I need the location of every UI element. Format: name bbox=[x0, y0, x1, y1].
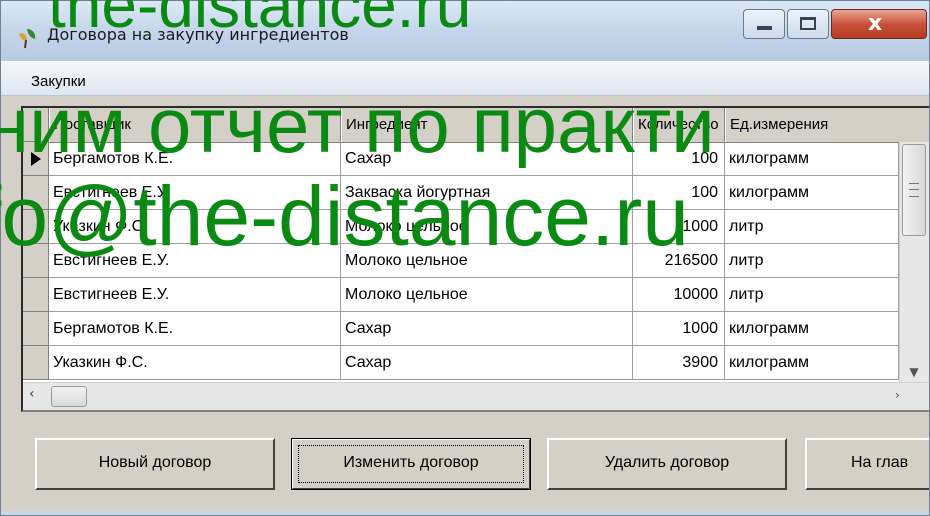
cell-unit[interactable]: литр bbox=[725, 278, 899, 312]
column-header-unit[interactable]: Ед.измерения bbox=[725, 108, 929, 142]
table-row[interactable]: Указкин Ф.С. Молоко цельное 1000 литр bbox=[23, 210, 929, 244]
arrow-right-icon[interactable]: › bbox=[895, 388, 900, 402]
table-row[interactable]: Бергамотов К.Е. Сахар 1000 килограмм bbox=[23, 312, 929, 346]
cell-supplier[interactable]: Указкин Ф.С. bbox=[49, 346, 341, 380]
arrow-down-icon[interactable]: ▼ bbox=[900, 362, 928, 382]
column-header-quantity[interactable]: Количество bbox=[633, 108, 725, 142]
arrow-left-icon[interactable]: ‹ bbox=[29, 386, 35, 402]
header-corner bbox=[23, 108, 49, 142]
title-bar[interactable]: Договора на закупку ингредиентов x bbox=[1, 1, 929, 61]
cell-unit[interactable]: литр bbox=[725, 210, 899, 244]
table-row[interactable]: Указкин Ф.С. Сахар 3900 килограмм bbox=[23, 346, 929, 380]
column-header-supplier[interactable]: Поставщик bbox=[49, 108, 341, 142]
app-window: Договора на закупку ингредиентов x Закуп… bbox=[0, 0, 930, 516]
cell-quantity[interactable]: 216500 bbox=[633, 244, 725, 278]
cell-ingredient[interactable]: Молоко цельное bbox=[341, 210, 633, 244]
cell-supplier[interactable]: Евстигнеев Е.У. bbox=[49, 176, 341, 210]
row-indicator[interactable] bbox=[23, 278, 49, 312]
grid-header: Поставщик Ингредиент Количество Ед.измер… bbox=[23, 108, 929, 143]
cell-ingredient[interactable]: Молоко цельное bbox=[341, 278, 633, 312]
table-row[interactable]: Бергамотов К.Е. Сахар 100 килограмм bbox=[23, 142, 929, 176]
table-row[interactable]: Евстигнеев Е.У. Закваска йогуртная 100 кило… bbox=[23, 176, 929, 210]
menu-bar: Закупки bbox=[1, 61, 929, 96]
menu-item-purchases[interactable]: Закупки bbox=[31, 73, 86, 90]
cell-ingredient[interactable]: Закваска йогуртная bbox=[341, 176, 633, 210]
minimize-button[interactable] bbox=[743, 9, 785, 39]
table-row[interactable]: Евстигнеев Е.У. Молоко цельное 216500 литр bbox=[23, 244, 929, 278]
close-button[interactable]: x bbox=[831, 9, 927, 39]
close-icon: x bbox=[868, 11, 883, 36]
cell-supplier[interactable]: Евстигнеев Е.У. bbox=[49, 244, 341, 278]
row-indicator[interactable] bbox=[23, 176, 49, 210]
cell-ingredient[interactable]: Сахар bbox=[341, 312, 633, 346]
maximize-button[interactable] bbox=[787, 9, 829, 39]
cell-supplier[interactable]: Евстигнеев Е.У. bbox=[49, 278, 341, 312]
cell-ingredient[interactable]: Сахар bbox=[341, 346, 633, 380]
cell-supplier[interactable]: Бергамотов К.Е. bbox=[49, 142, 341, 176]
table-row[interactable]: Евстигнеев Е.У. Молоко цельное 10000 литр bbox=[23, 278, 929, 312]
cell-unit[interactable]: килограмм bbox=[725, 176, 899, 210]
delete-contract-button[interactable]: Удалить договор bbox=[547, 438, 787, 490]
horizontal-scroll-thumb[interactable] bbox=[51, 386, 87, 407]
cell-unit[interactable]: килограмм bbox=[725, 142, 899, 176]
row-indicator[interactable] bbox=[23, 244, 49, 278]
cell-unit[interactable]: килограмм bbox=[725, 346, 899, 380]
triangle-right-icon bbox=[31, 152, 41, 166]
row-indicator[interactable] bbox=[23, 312, 49, 346]
cell-quantity[interactable]: 1000 bbox=[633, 312, 725, 346]
cell-unit[interactable]: килограмм bbox=[725, 312, 899, 346]
column-header-ingredient[interactable]: Ингредиент bbox=[341, 108, 633, 142]
window-bottom-edge bbox=[1, 511, 929, 515]
cell-supplier[interactable]: Бергамотов К.Е. bbox=[49, 312, 341, 346]
horizontal-scrollbar[interactable]: ‹ › bbox=[23, 382, 929, 410]
row-indicator[interactable] bbox=[23, 142, 49, 176]
vertical-scroll-thumb[interactable] bbox=[902, 144, 926, 236]
cell-quantity[interactable]: 100 bbox=[633, 176, 725, 210]
row-indicator[interactable] bbox=[23, 346, 49, 380]
minimize-icon bbox=[757, 26, 772, 30]
focus-ring bbox=[298, 445, 524, 483]
cell-quantity[interactable]: 1000 bbox=[633, 210, 725, 244]
cell-quantity[interactable]: 10000 bbox=[633, 278, 725, 312]
to-main-button[interactable]: На глав bbox=[805, 438, 929, 490]
maximize-icon bbox=[800, 17, 816, 30]
contracts-grid[interactable]: Поставщик Ингредиент Количество Ед.измер… bbox=[21, 106, 929, 412]
cell-unit[interactable]: литр bbox=[725, 244, 899, 278]
cell-quantity[interactable]: 3900 bbox=[633, 346, 725, 380]
cell-ingredient[interactable]: Сахар bbox=[341, 142, 633, 176]
row-indicator[interactable] bbox=[23, 210, 49, 244]
scroll-grip-icon bbox=[909, 183, 919, 197]
window-title: Договора на закупку ингредиентов bbox=[47, 25, 349, 44]
new-contract-button[interactable]: Новый договор bbox=[35, 438, 275, 490]
cell-ingredient[interactable]: Молоко цельное bbox=[341, 244, 633, 278]
vertical-scrollbar[interactable]: ▼ bbox=[899, 142, 929, 382]
edit-contract-button[interactable]: Изменить договор bbox=[291, 438, 531, 490]
cell-supplier[interactable]: Указкин Ф.С. bbox=[49, 210, 341, 244]
app-icon bbox=[19, 29, 36, 49]
cell-quantity[interactable]: 100 bbox=[633, 142, 725, 176]
